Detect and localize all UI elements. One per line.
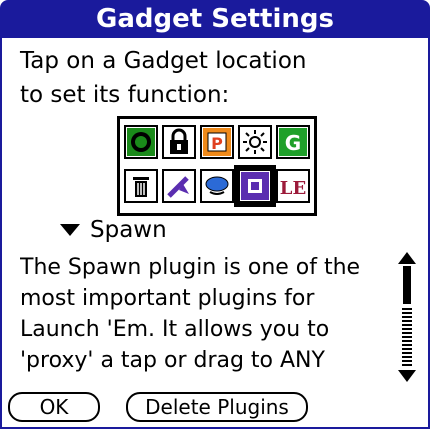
le-icon: LE: [280, 178, 306, 199]
gadget-cell-3[interactable]: P: [200, 125, 234, 159]
description-line-1: The Spawn plugin is one of the: [20, 255, 361, 280]
instructions: Tap on a Gadget location to set its func…: [20, 44, 380, 112]
record-icon: [127, 128, 155, 156]
scroll-up-arrow-icon[interactable]: [398, 252, 416, 264]
wand-icon: [167, 176, 189, 198]
chevron-down-icon: [60, 224, 80, 236]
scrollbar[interactable]: [396, 252, 420, 382]
gadget-cell-2[interactable]: [162, 125, 196, 159]
speech-bubble-icon: [205, 176, 229, 195]
gadget-cell-5[interactable]: G: [276, 125, 310, 159]
plugin-name: Spawn: [90, 217, 167, 243]
gadget-cell-10[interactable]: LE: [276, 169, 310, 203]
gadget-grid: P G LE: [117, 116, 317, 216]
description-line-4: 'proxy' a tap or drag to ANY: [20, 348, 325, 373]
svg-text:P: P: [211, 134, 223, 153]
window-title: Gadget Settings: [96, 4, 334, 34]
brightness-icon: [243, 130, 267, 154]
svg-text:LE: LE: [280, 178, 306, 199]
instructions-line-2: to set its function:: [20, 82, 230, 108]
lock-icon: [170, 128, 188, 154]
title-bar: Gadget Settings: [0, 0, 430, 38]
description-line-2: most important plugins for: [20, 286, 315, 311]
gadget-cell-6[interactable]: [124, 169, 158, 203]
gadget-cell-4[interactable]: [238, 125, 272, 159]
scrollbar-thumb[interactable]: [403, 266, 411, 304]
gadget-cell-7[interactable]: [162, 169, 196, 203]
gadget-cell-1[interactable]: [124, 125, 158, 159]
g-icon: G: [279, 128, 307, 156]
instructions-line-1: Tap on a Gadget location: [20, 48, 307, 74]
gadget-cell-9[interactable]: [234, 165, 276, 207]
plugin-popup-trigger[interactable]: Spawn: [60, 215, 167, 245]
scroll-down-arrow-icon[interactable]: [398, 370, 416, 382]
description-line-3: Launch 'Em. It allows you to: [20, 317, 330, 342]
plugin-description: The Spawn plugin is one of the most impo…: [20, 252, 370, 387]
delete-plugins-button[interactable]: Delete Plugins: [126, 392, 308, 422]
trash-icon: [133, 177, 149, 197]
spawn-icon: [241, 172, 269, 200]
p-icon: P: [203, 128, 231, 156]
ok-button[interactable]: OK: [8, 392, 100, 422]
svg-text:G: G: [285, 131, 301, 155]
scrollbar-track[interactable]: [402, 306, 412, 366]
gadget-cell-8[interactable]: [200, 169, 234, 203]
